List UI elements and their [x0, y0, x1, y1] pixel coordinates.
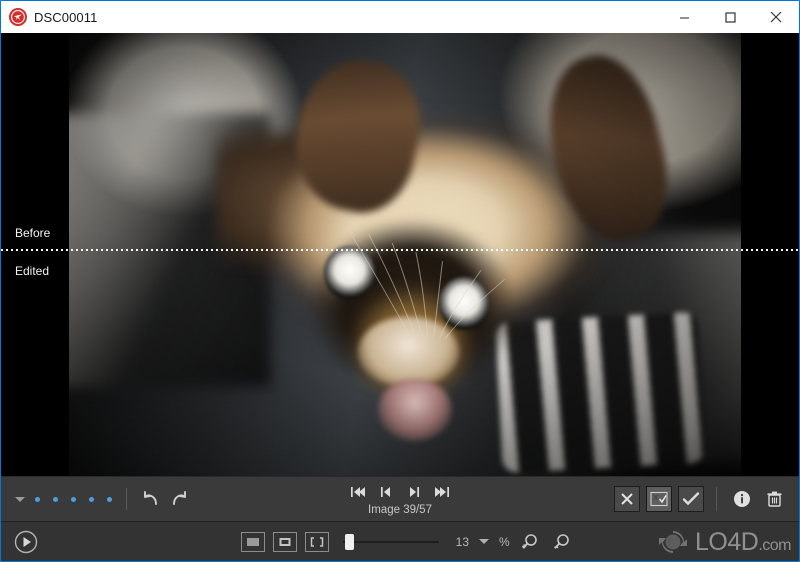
rating-dot[interactable] — [35, 496, 40, 502]
rating-dot[interactable] — [71, 496, 76, 502]
lo4d-watermark: LO4D.com — [656, 527, 791, 557]
edited-label: Edited — [15, 264, 50, 278]
undo-icon[interactable] — [141, 488, 163, 510]
toolbar-right-group — [614, 486, 799, 512]
rating-dot[interactable] — [107, 496, 112, 502]
window-controls — [661, 1, 799, 33]
first-image-icon[interactable] — [348, 483, 368, 501]
zoom-value: 13 — [455, 534, 469, 549]
image-navigation — [348, 483, 452, 501]
status-bar: 13 % LO4D.com — [1, 521, 799, 561]
zoom-slider-knob[interactable] — [345, 533, 354, 550]
image-counter: Image 39/57 — [368, 503, 432, 516]
toolbar-divider — [716, 487, 717, 511]
rating-dot[interactable] — [89, 496, 94, 502]
before-label: Before — [15, 226, 51, 240]
last-image-icon[interactable] — [432, 483, 452, 501]
zoom-in-icon[interactable] — [518, 530, 542, 554]
zoner-bird-icon — [9, 8, 27, 26]
title-bar: DSC00011 — [1, 1, 799, 33]
lo4d-refresh-logo — [659, 531, 688, 553]
trash-icon[interactable] — [761, 486, 787, 512]
toolbar-divider — [126, 488, 127, 510]
zoom-controls: 13 % — [241, 530, 574, 554]
maximize-icon[interactable] — [707, 1, 753, 33]
accept-check-icon[interactable] — [678, 486, 704, 512]
before-after-divider[interactable] — [1, 249, 799, 251]
fit-to-window-icon[interactable] — [241, 531, 265, 552]
toggle-mixed-icon[interactable] — [646, 486, 672, 512]
undo-redo-group — [141, 488, 189, 510]
minimize-icon[interactable] — [661, 1, 707, 33]
edit-toolbar: Image 39/57 — [1, 476, 799, 521]
zoom-out-icon[interactable] — [550, 530, 574, 554]
info-icon[interactable] — [729, 486, 755, 512]
zoom-slider-track[interactable] — [343, 533, 439, 550]
window-title: DSC00011 — [34, 9, 98, 25]
chevron-down-icon[interactable] — [479, 539, 489, 544]
application-window: DSC00011 Before Edited Image 39/57 13 % … — [0, 0, 800, 562]
photo-image[interactable] — [69, 33, 741, 476]
photo-canvas — [69, 33, 741, 476]
watermark-text: LO4D.com — [695, 527, 791, 556]
rating-dot[interactable] — [53, 496, 58, 502]
zoom-slider[interactable] — [343, 533, 439, 550]
previous-image-icon[interactable] — [376, 483, 396, 501]
toolbar-left-group — [1, 488, 189, 510]
zoom-unit: % — [499, 534, 510, 549]
fullscreen-icon[interactable] — [305, 531, 329, 552]
play-icon[interactable] — [13, 529, 39, 555]
reject-x-icon[interactable] — [614, 486, 640, 512]
actual-size-icon[interactable] — [273, 531, 297, 552]
chevron-down-icon[interactable] — [15, 496, 25, 502]
next-image-icon[interactable] — [404, 483, 424, 501]
redo-icon[interactable] — [167, 488, 189, 510]
photo-stage[interactable]: Before Edited — [1, 33, 799, 476]
rating-dots[interactable] — [35, 496, 112, 502]
close-icon[interactable] — [753, 1, 799, 33]
